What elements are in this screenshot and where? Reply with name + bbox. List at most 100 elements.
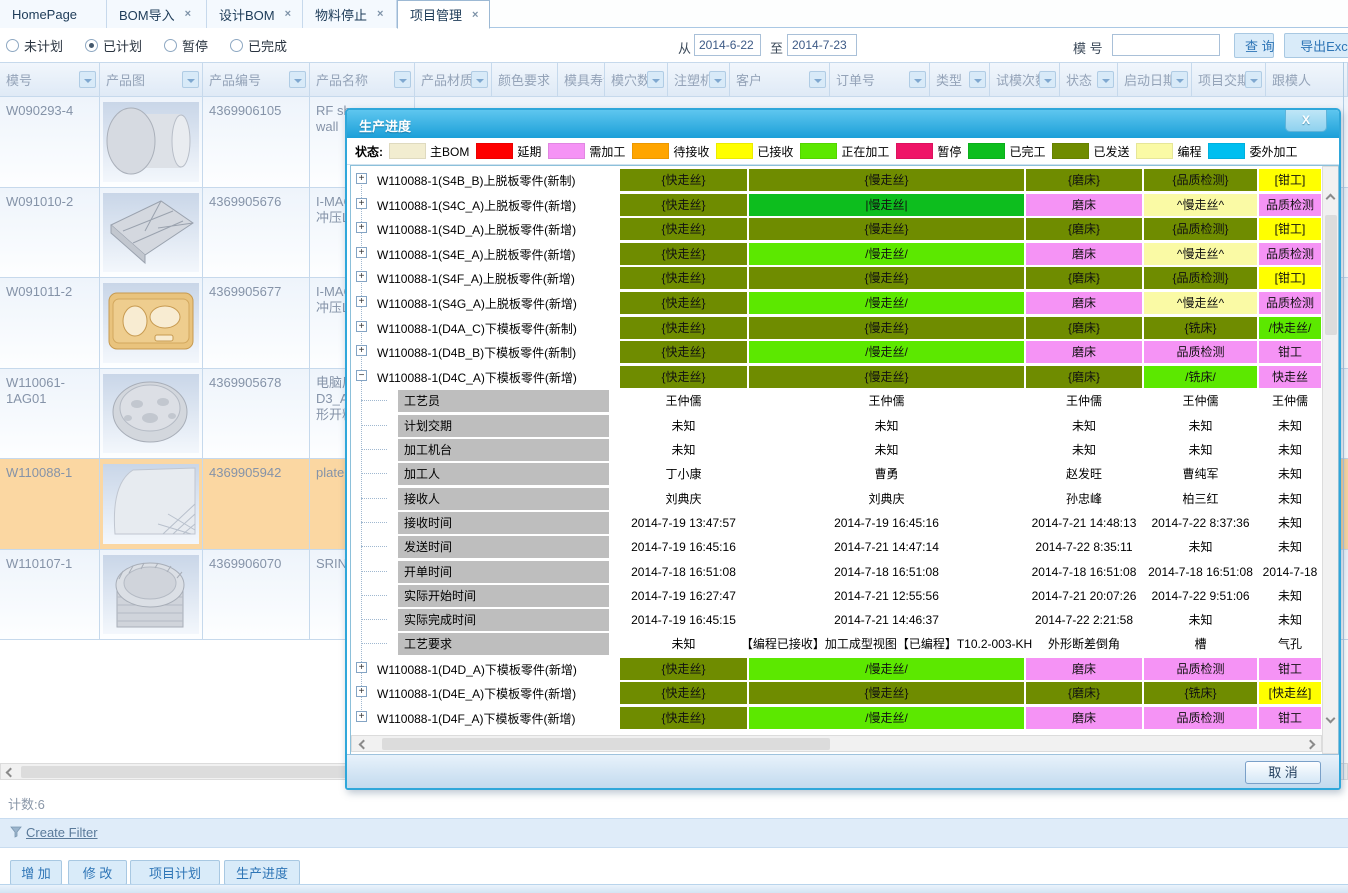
column-filter-dropdown[interactable] xyxy=(394,71,411,88)
create-filter-link[interactable]: Create Filter xyxy=(10,825,98,840)
process-cell[interactable]: {磨床} xyxy=(1026,267,1142,289)
radio-circle-icon[interactable] xyxy=(6,39,19,52)
tab-项目管理[interactable]: 项目管理× xyxy=(397,0,490,29)
export-excel-button[interactable]: 导出Excel xyxy=(1284,33,1348,58)
process-cell[interactable]: ^慢走丝^ xyxy=(1144,194,1257,216)
dialog-vscroll-thumb[interactable] xyxy=(1325,215,1337,335)
process-cell[interactable]: [快走丝] xyxy=(1259,682,1321,704)
process-cell[interactable]: ^慢走丝^ xyxy=(1144,243,1257,265)
column-filter-dropdown[interactable] xyxy=(969,71,986,88)
tree-row-name[interactable]: W110088-1(D4D_A)下模板零件(新增) xyxy=(377,661,617,678)
process-cell[interactable]: /快走丝/ xyxy=(1259,317,1321,339)
dialog-title-bar[interactable]: 生产进度 X xyxy=(347,110,1339,138)
process-cell[interactable]: ^慢走丝^ xyxy=(1144,292,1257,314)
search-button[interactable]: 查 询 xyxy=(1234,33,1274,58)
tab-close-icon[interactable]: × xyxy=(472,9,478,21)
process-cell[interactable]: 品质检测 xyxy=(1144,658,1257,680)
process-cell[interactable]: {慢走丝} xyxy=(749,267,1024,289)
process-cell[interactable]: {快走丝} xyxy=(620,243,747,265)
tree-expander-expand[interactable]: + xyxy=(356,711,367,722)
tree-expander-expand[interactable]: + xyxy=(356,247,367,258)
scroll-right-icon[interactable] xyxy=(1306,739,1316,749)
tree-row-name[interactable]: W110088-1(S4G_A)上脱板零件(新增) xyxy=(377,295,617,312)
tree-row-name[interactable]: W110088-1(D4E_A)下模板零件(新增) xyxy=(377,685,617,702)
process-cell[interactable]: 品质检测 xyxy=(1144,707,1257,729)
scroll-left-icon[interactable] xyxy=(359,739,369,749)
process-cell[interactable]: 磨床 xyxy=(1026,341,1142,363)
tree-expander-expand[interactable]: + xyxy=(356,222,367,233)
process-cell[interactable]: 品质检测 xyxy=(1259,194,1321,216)
column-header-颜色要求[interactable]: 颜色要求 xyxy=(492,63,558,96)
process-cell[interactable]: {磨床} xyxy=(1026,218,1142,240)
process-cell[interactable]: {快走丝} xyxy=(620,267,747,289)
tree-expander-expand[interactable]: + xyxy=(356,296,367,307)
process-cell[interactable]: [钳工] xyxy=(1259,169,1321,191)
column-filter-dropdown[interactable] xyxy=(182,71,199,88)
radio-circle-icon[interactable] xyxy=(230,39,243,52)
column-header-模具寿命[interactable]: 模具寿命 xyxy=(558,63,605,96)
column-filter-dropdown[interactable] xyxy=(1245,71,1262,88)
column-filter-dropdown[interactable] xyxy=(909,71,926,88)
process-cell[interactable]: {快走丝} xyxy=(620,658,747,680)
tree-row-name[interactable]: W110088-1(D4A_C)下模板零件(新制) xyxy=(377,320,617,337)
tree-row-name[interactable]: W110088-1(S4E_A)上脱板零件(新增) xyxy=(377,246,617,263)
column-filter-dropdown[interactable] xyxy=(289,71,306,88)
cancel-button[interactable]: 取 消 xyxy=(1245,761,1321,784)
process-cell[interactable]: {慢走丝} xyxy=(749,682,1024,704)
radio-已计划[interactable]: 已计划 xyxy=(85,36,142,55)
tree-expander-collapse[interactable]: − xyxy=(356,370,367,381)
process-cell[interactable]: {慢走丝} xyxy=(749,169,1024,191)
tree-row-name[interactable]: W110088-1(D4C_A)下模板零件(新增) xyxy=(377,369,617,386)
process-cell[interactable]: {铣床} xyxy=(1144,682,1257,704)
radio-circle-icon[interactable] xyxy=(164,39,177,52)
tree-expander-expand[interactable]: + xyxy=(356,345,367,356)
column-filter-dropdown[interactable] xyxy=(709,71,726,88)
process-cell[interactable]: {快走丝} xyxy=(620,218,747,240)
tab-HomePage[interactable]: HomePage xyxy=(0,0,107,28)
process-cell[interactable]: 钳工 xyxy=(1259,341,1321,363)
footer-button-生产进度[interactable]: 生产进度 xyxy=(224,860,300,885)
process-cell[interactable]: {品质检测} xyxy=(1144,267,1257,289)
process-cell[interactable]: {铣床} xyxy=(1144,317,1257,339)
footer-button-项目计划[interactable]: 项目计划 xyxy=(130,860,220,885)
dialog-horizontal-scrollbar[interactable] xyxy=(351,735,1322,752)
column-filter-dropdown[interactable] xyxy=(79,71,96,88)
tree-expander-expand[interactable]: + xyxy=(356,198,367,209)
tab-设计BOM[interactable]: 设计BOM× xyxy=(207,0,303,28)
process-cell[interactable]: {快走丝} xyxy=(620,194,747,216)
tree-row-name[interactable]: W110088-1(S4D_A)上脱板零件(新增) xyxy=(377,221,617,238)
process-cell[interactable]: 磨床 xyxy=(1026,194,1142,216)
tab-close-icon[interactable]: × xyxy=(185,8,191,20)
column-filter-dropdown[interactable] xyxy=(1171,71,1188,88)
process-cell[interactable]: {慢走丝} xyxy=(749,218,1024,240)
process-cell[interactable]: 磨床 xyxy=(1026,243,1142,265)
process-cell[interactable]: {慢走丝} xyxy=(749,317,1024,339)
mold-number-input[interactable] xyxy=(1112,34,1220,56)
process-cell[interactable]: /慢走丝/ xyxy=(749,243,1024,265)
tree-expander-expand[interactable]: + xyxy=(356,271,367,282)
process-cell[interactable]: 磨床 xyxy=(1026,292,1142,314)
column-filter-dropdown[interactable] xyxy=(1097,71,1114,88)
tree-expander-expand[interactable]: + xyxy=(356,321,367,332)
process-cell[interactable]: [钳工] xyxy=(1259,218,1321,240)
process-cell[interactable]: 钳工 xyxy=(1259,658,1321,680)
tab-物料停止[interactable]: 物料停止× xyxy=(303,0,397,28)
process-cell[interactable]: {慢走丝} xyxy=(749,366,1024,388)
process-cell[interactable]: {快走丝} xyxy=(620,341,747,363)
process-cell[interactable]: {快走丝} xyxy=(620,169,747,191)
process-cell[interactable]: {快走丝} xyxy=(620,682,747,704)
dialog-vertical-scrollbar[interactable] xyxy=(1322,166,1339,754)
process-cell[interactable]: {快走丝} xyxy=(620,707,747,729)
radio-未计划[interactable]: 未计划 xyxy=(6,36,63,55)
tree-expander-expand[interactable]: + xyxy=(356,662,367,673)
tree-row-name[interactable]: W110088-1(S4B_B)上脱板零件(新制) xyxy=(377,172,617,189)
tab-close-icon[interactable]: × xyxy=(377,8,383,20)
process-cell[interactable]: {快走丝} xyxy=(620,317,747,339)
process-cell[interactable]: 磨床 xyxy=(1026,658,1142,680)
dialog-hscroll-thumb[interactable] xyxy=(382,738,830,750)
tree-expander-expand[interactable]: + xyxy=(356,173,367,184)
tree-row-name[interactable]: W110088-1(D4B_B)下模板零件(新制) xyxy=(377,344,617,361)
tree-row-name[interactable]: W110088-1(S4C_A)上脱板零件(新增) xyxy=(377,197,617,214)
process-cell[interactable]: /慢走丝/ xyxy=(749,341,1024,363)
to-date-input[interactable] xyxy=(787,34,857,56)
